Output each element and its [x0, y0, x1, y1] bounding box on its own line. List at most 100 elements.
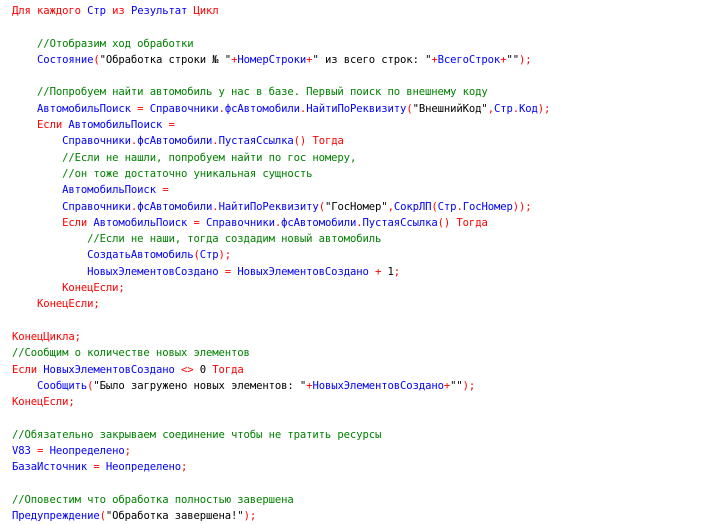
code-line[interactable]: АвтомобильПоиск = Справочники.фсАвтомоби…: [12, 101, 550, 117]
indent-token: [12, 249, 87, 261]
string-token: " из всего строк: ": [312, 53, 432, 66]
indent-token: [12, 119, 37, 131]
code-line[interactable]: Справочники.фсАвтомобили.ПустаяСсылка() …: [12, 133, 550, 149]
code-line[interactable]: //Оповестим что обработка полностью заве…: [12, 492, 550, 508]
comment-token: //Если не нашли, попробуем найти по гос …: [62, 151, 357, 164]
identifier-token: ПустаяСсылка: [218, 135, 294, 148]
indent-token: [12, 168, 62, 180]
operator-token: );: [519, 53, 532, 66]
operator-token: ;: [93, 298, 100, 311]
code-line[interactable]: //он тоже достаточно уникальная сущность: [12, 166, 550, 182]
operator-token: =: [155, 184, 169, 197]
code-line[interactable]: //Если не нашли, попробуем найти по гос …: [12, 150, 550, 166]
indent-token: [12, 217, 62, 229]
code-line[interactable]: Если НовыхЭлементовСоздано <> 0 Тогда: [12, 362, 550, 378]
indent-token: [12, 380, 37, 392]
operator-token: ;: [124, 445, 131, 458]
comment-token: //Оповестим что обработка полностью заве…: [12, 493, 294, 506]
operator-token: );: [243, 510, 257, 523]
indent-token: [12, 266, 87, 278]
identifier-token: АвтомобильПоиск: [62, 184, 156, 197]
comment-token: //Отобразим ход обработки: [37, 37, 194, 50]
keyword-token: Тогда: [306, 135, 344, 148]
identifier-token: Состояние: [37, 53, 94, 66]
keyword-token: Тогда: [206, 363, 244, 376]
code-line[interactable]: Если АвтомобильПоиск = Справочники.фсАвт…: [12, 215, 550, 231]
operator-token: ;: [68, 396, 75, 409]
identifier-token: НовыхЭлементовСоздано: [87, 265, 219, 278]
comment-token: //Если не наши, тогда создадим новый авт…: [87, 233, 382, 246]
code-line[interactable]: КонецЦикла;: [12, 329, 550, 345]
code-line[interactable]: V83 = Неопределено;: [12, 443, 550, 459]
identifier-token: V83: [12, 445, 31, 458]
identifier-token: Стр: [493, 102, 513, 115]
operator-token: =: [130, 102, 150, 115]
identifier-token: Код: [519, 102, 538, 115]
operator-token: ;: [118, 282, 125, 295]
identifier-token: Неопределено: [105, 461, 181, 474]
keyword-token: КонецЕсли: [62, 282, 119, 295]
code-line[interactable]: КонецЕсли;: [12, 296, 550, 312]
identifier-token: НовыхЭлементовСоздано: [237, 265, 369, 278]
indent-token: [12, 135, 62, 147]
string-token: "Было загружено новых элементов: ": [93, 379, 307, 392]
operator-token: (): [437, 216, 451, 229]
code-line[interactable]: [12, 68, 550, 84]
keyword-token: Если: [62, 216, 94, 229]
code-line[interactable]: Состояние("Обработка строки № "+НомерСтр…: [12, 52, 550, 68]
comment-token: //Попробуем найти автомобиль у нас в баз…: [37, 86, 488, 99]
string-token: "Обработка завершена!": [105, 510, 244, 523]
identifier-token: АвтомобильПоиск: [68, 119, 163, 132]
indent-token: [12, 298, 37, 310]
indent-token: [12, 184, 62, 196]
indent-token: [12, 103, 37, 115]
operator-token: (): [293, 135, 307, 148]
indent-token: [12, 233, 87, 245]
identifier-token: НайтиПоРеквизиту: [218, 200, 319, 213]
keyword-token: КонецЦикла: [12, 330, 75, 343]
code-line[interactable]: АвтомобильПоиск =: [12, 182, 550, 198]
keyword-token: Для каждого: [12, 5, 88, 17]
code-line[interactable]: [12, 19, 550, 35]
operator-token: ;: [393, 265, 401, 278]
code-line[interactable]: [12, 410, 550, 426]
operator-token: =: [218, 265, 238, 278]
code-line[interactable]: Если АвтомобильПоиск =: [12, 117, 550, 133]
code-line[interactable]: //Отобразим ход обработки: [12, 36, 550, 52]
identifier-token: Предупреждение: [12, 510, 100, 523]
code-line[interactable]: Для каждого Стр из Результат Цикл: [12, 3, 550, 19]
code-line[interactable]: БазаИсточник = Неопределено;: [12, 459, 550, 475]
identifier-token: фсАвтомобили: [224, 102, 300, 115]
identifier-token: АвтомобильПоиск: [93, 216, 188, 229]
code-line[interactable]: //Обязательно закрываем соединение чтобы…: [12, 427, 550, 443]
operator-token: );: [218, 249, 232, 262]
keyword-token: Если: [12, 363, 44, 376]
code-line[interactable]: Справочники.фсАвтомобили.НайтиПоРеквизит…: [12, 199, 550, 215]
comment-token: //он тоже достаточно уникальная сущность: [62, 167, 313, 180]
code-line[interactable]: КонецЕсли;: [12, 280, 550, 296]
string-token: "ГосНомер": [324, 200, 388, 213]
identifier-token: фсАвтомобили: [281, 216, 357, 229]
string-token: "": [506, 53, 519, 66]
identifier-token: НайтиПоРеквизиту: [306, 102, 407, 115]
indent-token: [12, 282, 62, 294]
code-line[interactable]: [12, 476, 550, 492]
code-line[interactable]: Сообщить("Было загружено новых элементов…: [12, 378, 550, 394]
string-token: "Обработка строки № ": [99, 53, 232, 66]
code-content[interactable]: Для каждого Стр из Результат Цикл //Отоб…: [12, 3, 550, 525]
comment-token: //Обязательно закрываем соединение чтобы…: [12, 428, 382, 441]
code-line[interactable]: СоздатьАвтомобиль(Стр);: [12, 247, 550, 263]
operator-token: =: [162, 119, 175, 132]
indent-token: [12, 38, 37, 50]
code-line[interactable]: [12, 313, 550, 329]
string-token: "": [450, 379, 463, 392]
code-editor[interactable]: Для каждого Стр из Результат Цикл //Отоб…: [0, 0, 705, 525]
keyword-token: Тогда: [450, 216, 488, 229]
code-line[interactable]: //Попробуем найти автомобиль у нас в баз…: [12, 84, 550, 100]
identifier-token: НомерСтроки: [237, 53, 307, 66]
code-line[interactable]: НовыхЭлементовСоздано = НовыхЭлементовСо…: [12, 264, 550, 280]
code-line[interactable]: //Если не наши, тогда создадим новый авт…: [12, 231, 550, 247]
code-line[interactable]: //Сообщим о количестве новых элементов: [12, 345, 550, 361]
code-line[interactable]: Предупреждение("Обработка завершена!");: [12, 508, 550, 524]
code-line[interactable]: КонецЕсли;: [12, 394, 550, 410]
